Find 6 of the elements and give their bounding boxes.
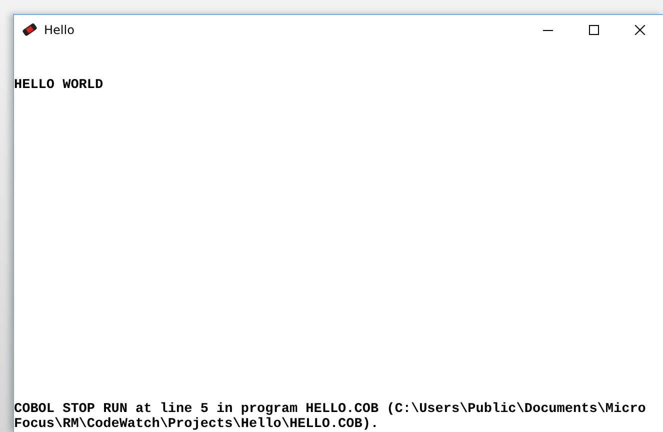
maximize-icon <box>589 24 599 34</box>
close-icon <box>635 24 645 34</box>
console-output-line: COBOL STOP RUN at line 5 in program HELLO.COB (C:\Users\Public\Documents\Micro <box>14 402 647 417</box>
window-title: Hello <box>44 22 76 36</box>
console-output-line: HELLO WORLD <box>14 78 104 93</box>
console-output-line: Focus\RM\CodeWatch\Projects\Hello\HELLO.COB). <box>14 417 380 432</box>
